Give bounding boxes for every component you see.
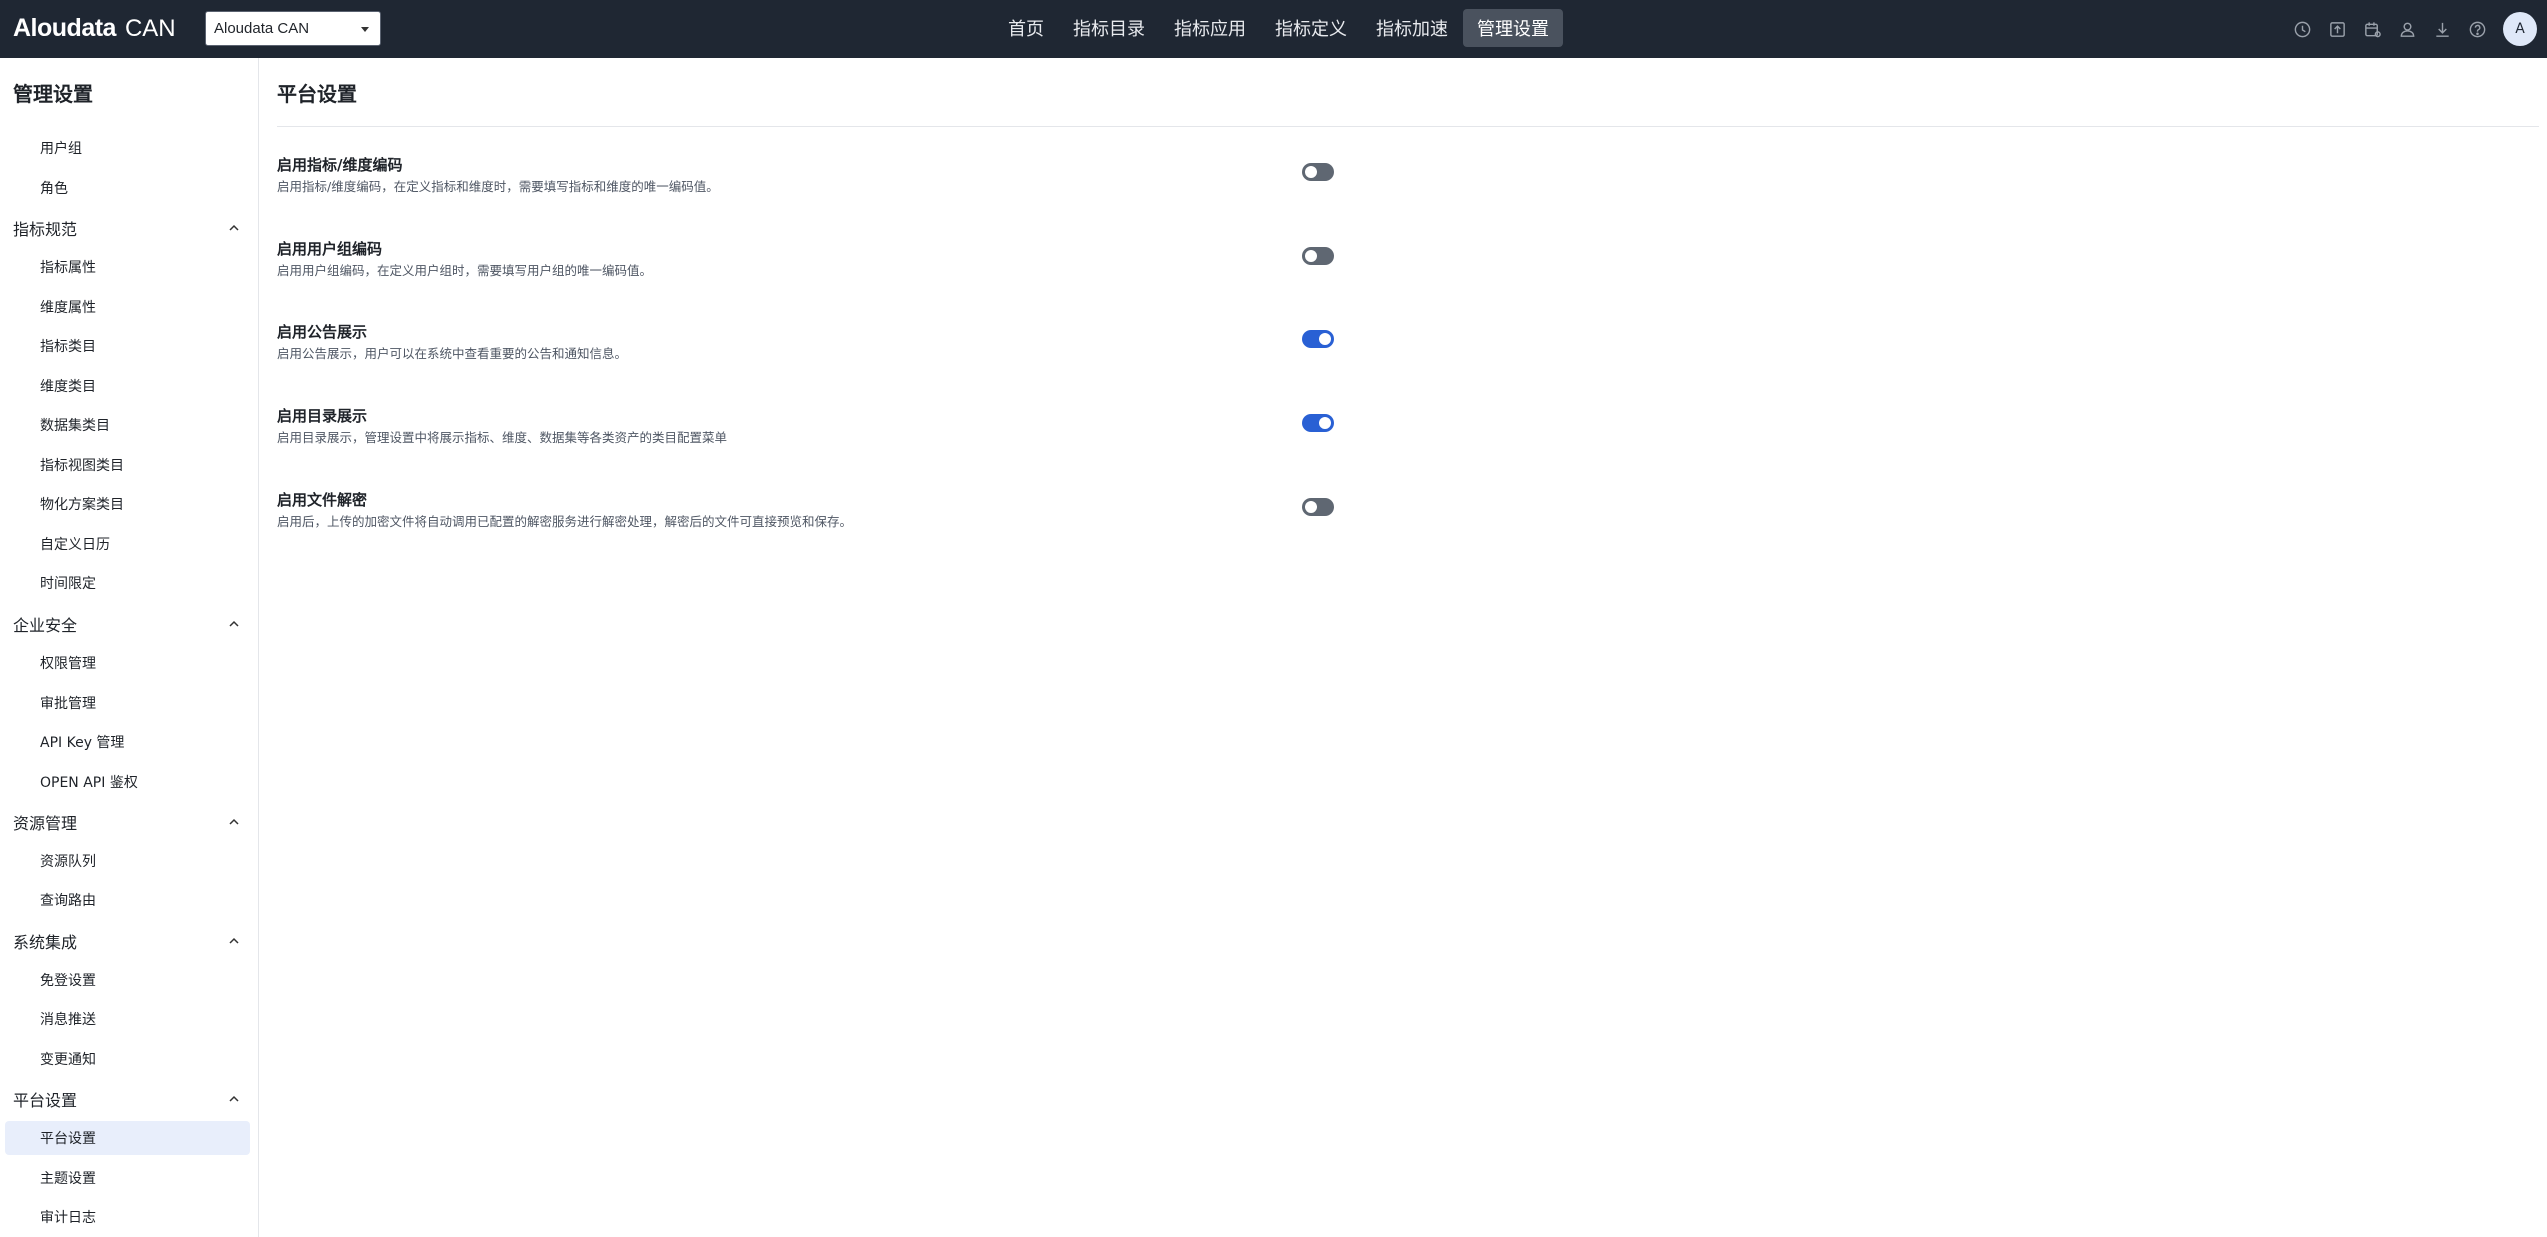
avatar[interactable]: A: [2503, 12, 2537, 46]
toggle-knob: [1305, 501, 1317, 513]
sidebar-item-sso-settings[interactable]: 免登设置: [5, 963, 250, 997]
setting-description: 启用后，上传的加密文件将自动调用已配置的解密服务进行解密处理，解密后的文件可直接…: [277, 514, 853, 529]
sidebar-item-roles[interactable]: 角色: [5, 171, 250, 205]
nav-item-metric-acceleration[interactable]: 指标加速: [1362, 9, 1462, 47]
setting-row-catalog-display: 启用目录展示 启用目录展示，管理设置中将展示指标、维度、数据集等各类资产的类目配…: [277, 405, 1417, 465]
setting-description: 启用用户组编码，在定义用户组时，需要填写用户组的唯一编码值。: [277, 263, 653, 278]
top-bar: Aloudata CAN Aloudata CAN 首页 指标目录 指标应用 指…: [0, 0, 2547, 58]
logo-sub-text: CAN: [124, 15, 176, 42]
sidebar-item-api-key-management[interactable]: API Key 管理: [5, 725, 250, 759]
sidebar-item-dimension-attributes[interactable]: 维度属性: [5, 290, 250, 324]
setting-title: 启用目录展示: [277, 407, 368, 425]
sidebar-title: 管理设置: [13, 82, 93, 106]
toggle-switch[interactable]: [1302, 247, 1334, 265]
calendar-icon[interactable]: [2362, 19, 2382, 39]
upload-icon[interactable]: [2327, 19, 2347, 39]
sidebar-item-user-groups[interactable]: 用户组: [5, 131, 250, 165]
sidebar-item-resource-queue[interactable]: 资源队列: [5, 844, 250, 878]
toolbar-icons: A: [2277, 0, 2537, 58]
sidebar-group-label: 平台设置: [13, 1091, 78, 1110]
chevron-up-icon: [229, 224, 239, 231]
workspace-select-value: Aloudata CAN: [214, 20, 310, 37]
toggle-switch[interactable]: [1302, 163, 1334, 181]
setting-row-file-decryption: 启用文件解密 启用后，上传的加密文件将自动调用已配置的解密服务进行解密处理，解密…: [277, 489, 1417, 549]
setting-row-announcement-display: 启用公告展示 启用公告展示，用户可以在系统中查看重要的公告和通知信息。: [277, 321, 1417, 381]
sidebar-group-resource-management[interactable]: 资源管理: [13, 807, 241, 837]
toggle-knob: [1305, 166, 1317, 178]
sidebar-item-dimension-categories[interactable]: 维度类目: [5, 369, 250, 403]
setting-row-metric-dimension-code: 启用指标/维度编码 启用指标/维度编码，在定义指标和维度时，需要填写指标和维度的…: [277, 154, 1417, 214]
setting-description: 启用指标/维度编码，在定义指标和维度时，需要填写指标和维度的唯一编码值。: [277, 179, 719, 194]
sidebar: 管理设置 用户组 角色 指标规范 指标属性 维度属性 指标类目 维度类目 数据集…: [0, 58, 259, 1237]
toggle-knob: [1319, 333, 1331, 345]
sidebar-group-label: 企业安全: [13, 616, 78, 635]
page-title: 平台设置: [277, 82, 357, 106]
sidebar-group-system-integration[interactable]: 系统集成: [13, 926, 241, 956]
setting-description: 启用公告展示，用户可以在系统中查看重要的公告和通知信息。: [277, 346, 628, 361]
chevron-up-icon: [229, 620, 239, 627]
sidebar-group-platform-settings[interactable]: 平台设置: [13, 1084, 241, 1114]
caret-down-icon: [361, 27, 369, 32]
sidebar-item-permission-management[interactable]: 权限管理: [5, 646, 250, 680]
sidebar-item-open-api-auth[interactable]: OPEN API 鉴权: [5, 765, 250, 799]
sidebar-item-approval-management[interactable]: 审批管理: [5, 686, 250, 720]
sidebar-item-metric-view-categories[interactable]: 指标视图类目: [5, 448, 250, 482]
toggle-switch[interactable]: [1302, 330, 1334, 348]
sidebar-group-label: 资源管理: [13, 814, 78, 833]
sidebar-item-query-routing[interactable]: 查询路由: [5, 883, 250, 917]
help-icon[interactable]: [2467, 19, 2487, 39]
chevron-up-icon: [229, 818, 239, 825]
sidebar-group-enterprise-security[interactable]: 企业安全: [13, 609, 241, 639]
setting-row-user-group-code: 启用用户组编码 启用用户组编码，在定义用户组时，需要填写用户组的唯一编码值。: [277, 238, 1417, 298]
main-nav: 首页 指标目录 指标应用 指标定义 指标加速 管理设置: [994, 9, 1564, 47]
setting-title: 启用用户组编码: [277, 240, 383, 258]
nav-item-metric-definition[interactable]: 指标定义: [1261, 9, 1361, 47]
sidebar-group-metric-standards[interactable]: 指标规范: [13, 213, 241, 243]
toggle-switch[interactable]: [1302, 414, 1334, 432]
nav-item-home[interactable]: 首页: [994, 9, 1058, 47]
sidebar-item-theme-settings[interactable]: 主题设置: [5, 1161, 250, 1195]
title-divider: [277, 126, 2539, 127]
setting-description: 启用目录展示，管理设置中将展示指标、维度、数据集等各类资产的类目配置菜单: [277, 430, 728, 445]
download-icon[interactable]: [2432, 19, 2452, 39]
sidebar-item-time-qualifier[interactable]: 时间限定: [5, 566, 250, 600]
chevron-up-icon: [229, 937, 239, 944]
chevron-up-icon: [229, 1095, 239, 1102]
nav-item-metric-apps[interactable]: 指标应用: [1160, 9, 1260, 47]
workspace-select[interactable]: Aloudata CAN: [205, 11, 381, 46]
sidebar-item-metric-categories[interactable]: 指标类目: [5, 329, 250, 363]
sidebar-item-custom-calendar[interactable]: 自定义日历: [5, 527, 250, 561]
sidebar-item-platform-settings[interactable]: 平台设置: [5, 1121, 250, 1155]
main-content: 平台设置 启用指标/维度编码 启用指标/维度编码，在定义指标和维度时，需要填写指…: [260, 58, 2547, 1237]
clock-icon[interactable]: [2292, 19, 2312, 39]
sidebar-group-label: 指标规范: [13, 220, 78, 239]
sidebar-item-audit-log[interactable]: 审计日志: [5, 1200, 250, 1234]
sidebar-item-message-push[interactable]: 消息推送: [5, 1002, 250, 1036]
sidebar-group-label: 系统集成: [13, 933, 78, 952]
logo-main-text: Aloudata: [13, 14, 116, 42]
toggle-knob: [1319, 417, 1331, 429]
setting-title: 启用文件解密: [277, 491, 368, 509]
nav-item-admin-settings[interactable]: 管理设置: [1463, 9, 1563, 47]
nav-item-metric-catalog[interactable]: 指标目录: [1059, 9, 1159, 47]
sidebar-item-change-notification[interactable]: 变更通知: [5, 1042, 250, 1076]
sidebar-item-materialization-categories[interactable]: 物化方案类目: [5, 487, 250, 521]
setting-title: 启用指标/维度编码: [277, 156, 403, 174]
setting-title: 启用公告展示: [277, 323, 368, 341]
app-logo[interactable]: Aloudata CAN: [13, 14, 176, 44]
user-icon[interactable]: [2397, 19, 2417, 39]
toggle-switch[interactable]: [1302, 498, 1334, 516]
sidebar-item-dataset-categories[interactable]: 数据集类目: [5, 408, 250, 442]
sidebar-item-metric-attributes[interactable]: 指标属性: [5, 250, 250, 284]
toggle-knob: [1305, 250, 1317, 262]
